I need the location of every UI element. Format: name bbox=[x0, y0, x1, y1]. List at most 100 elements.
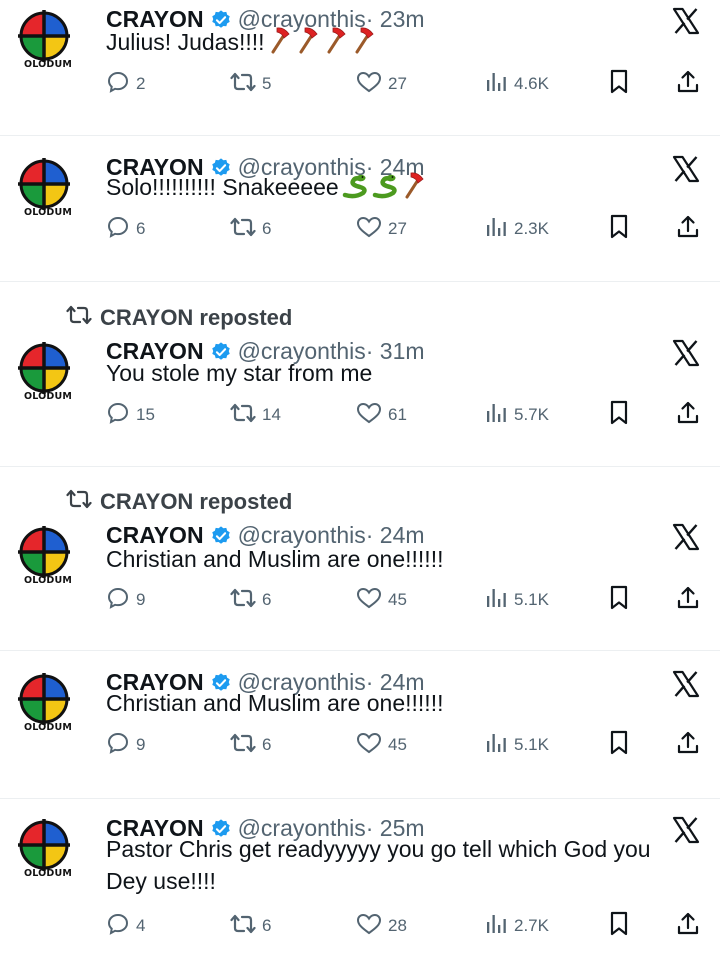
repost-button[interactable]: 6 bbox=[230, 584, 271, 616]
heart-icon bbox=[356, 215, 388, 244]
views-button[interactable]: 5.7K bbox=[484, 399, 549, 431]
repost-button[interactable]: 6 bbox=[230, 910, 271, 942]
tweet-body: Christian and Muslim are one!!!!!! bbox=[106, 690, 444, 716]
views-count: 4.6K bbox=[514, 74, 549, 93]
snake-emoji-icon bbox=[371, 171, 399, 207]
views-button[interactable]: 4.6K bbox=[484, 68, 549, 100]
heart-icon bbox=[356, 731, 388, 760]
tweet-divider bbox=[0, 281, 720, 282]
bookmark-icon bbox=[608, 911, 636, 942]
heart-icon bbox=[356, 401, 388, 430]
heart-icon bbox=[356, 586, 388, 615]
avatar[interactable]: OLODUM bbox=[18, 10, 78, 70]
repost-button[interactable]: 6 bbox=[230, 213, 271, 245]
repost-icon bbox=[230, 586, 262, 615]
bookmark-button[interactable] bbox=[608, 584, 636, 616]
share-button[interactable] bbox=[676, 213, 706, 245]
repost-count: 14 bbox=[262, 405, 281, 424]
tweet-text: Pastor Chris get readyyyyy you go tell w… bbox=[106, 833, 696, 897]
share-button[interactable] bbox=[676, 399, 706, 431]
reply-button[interactable]: 6 bbox=[106, 213, 145, 245]
tweet-body: Christian and Muslim are one!!!!!! bbox=[106, 546, 444, 572]
avatar[interactable]: OLODUM bbox=[18, 819, 78, 879]
reply-count: 4 bbox=[136, 916, 146, 935]
repost-count: 6 bbox=[262, 916, 272, 935]
repost-label: CRAYON reposted bbox=[100, 489, 293, 514]
reply-count: 2 bbox=[136, 74, 146, 93]
repost-button[interactable]: 14 bbox=[230, 399, 281, 431]
views-button[interactable]: 5.1K bbox=[484, 584, 549, 616]
repost-button[interactable]: 5 bbox=[230, 68, 271, 100]
bookmark-button[interactable] bbox=[608, 68, 636, 100]
reply-button[interactable]: 2 bbox=[106, 68, 145, 100]
tweet-text: Julius! Judas!!!! bbox=[106, 26, 696, 62]
like-button[interactable]: 45 bbox=[356, 729, 407, 761]
like-button[interactable]: 27 bbox=[356, 213, 407, 245]
like-button[interactable]: 27 bbox=[356, 68, 407, 100]
snake-emoji-icon bbox=[341, 171, 369, 207]
bookmark-icon bbox=[608, 730, 636, 761]
heart-icon bbox=[356, 70, 388, 99]
like-button[interactable]: 61 bbox=[356, 399, 407, 431]
repost-count: 5 bbox=[262, 74, 272, 93]
tweet-divider bbox=[0, 135, 720, 136]
like-count: 45 bbox=[388, 735, 407, 754]
repost-count: 6 bbox=[262, 590, 272, 609]
tweet-actions: 9 6 45 5.1K bbox=[0, 584, 720, 616]
axe-emoji-icon bbox=[351, 26, 377, 62]
share-button[interactable] bbox=[676, 729, 706, 761]
views-count: 2.7K bbox=[514, 916, 549, 935]
bookmark-button[interactable] bbox=[608, 213, 636, 245]
bookmark-icon bbox=[608, 585, 636, 616]
avatar[interactable]: OLODUM bbox=[18, 673, 78, 733]
tweet-text: You stole my star from me bbox=[106, 357, 696, 389]
tweet-text: Christian and Muslim are one!!!!!! bbox=[106, 543, 696, 575]
views-button[interactable]: 2.3K bbox=[484, 213, 549, 245]
repost-icon bbox=[230, 731, 262, 760]
repost-count: 6 bbox=[262, 219, 272, 238]
views-icon bbox=[484, 731, 514, 760]
reply-icon bbox=[106, 401, 136, 430]
tweet-body: You stole my star from me bbox=[106, 360, 373, 386]
like-button[interactable]: 45 bbox=[356, 584, 407, 616]
tweet-text: Christian and Muslim are one!!!!!! bbox=[106, 687, 696, 719]
axe-emoji-icon bbox=[295, 26, 321, 62]
reply-button[interactable]: 15 bbox=[106, 399, 155, 431]
avatar[interactable]: OLODUM bbox=[18, 342, 78, 402]
bookmark-button[interactable] bbox=[608, 729, 636, 761]
share-icon bbox=[676, 69, 706, 100]
bookmark-button[interactable] bbox=[608, 399, 636, 431]
views-button[interactable]: 2.7K bbox=[484, 910, 549, 942]
reply-button[interactable]: 9 bbox=[106, 584, 145, 616]
reply-count: 6 bbox=[136, 219, 146, 238]
views-button[interactable]: 5.1K bbox=[484, 729, 549, 761]
share-button[interactable] bbox=[676, 910, 706, 942]
tweet-actions: 2 5 27 4.6K bbox=[0, 68, 720, 100]
views-icon bbox=[484, 70, 514, 99]
share-icon bbox=[676, 911, 706, 942]
bookmark-button[interactable] bbox=[608, 910, 636, 942]
repost-icon bbox=[66, 487, 100, 517]
share-icon bbox=[676, 585, 706, 616]
repost-icon bbox=[230, 912, 262, 941]
reply-icon bbox=[106, 215, 136, 244]
reply-button[interactable]: 4 bbox=[106, 910, 145, 942]
avatar[interactable]: OLODUM bbox=[18, 526, 78, 586]
reply-button[interactable]: 9 bbox=[106, 729, 145, 761]
tweet-actions: 4 6 28 2.7K bbox=[0, 910, 720, 942]
repost-icon bbox=[230, 401, 262, 430]
repost-icon bbox=[66, 303, 100, 333]
share-icon bbox=[676, 400, 706, 431]
reply-icon bbox=[106, 70, 136, 99]
like-button[interactable]: 28 bbox=[356, 910, 407, 942]
reply-icon bbox=[106, 912, 136, 941]
views-count: 5.1K bbox=[514, 735, 549, 754]
share-button[interactable] bbox=[676, 584, 706, 616]
views-count: 2.3K bbox=[514, 219, 549, 238]
repost-button[interactable]: 6 bbox=[230, 729, 271, 761]
views-count: 5.7K bbox=[514, 405, 549, 424]
bookmark-icon bbox=[608, 69, 636, 100]
reply-count: 9 bbox=[136, 735, 146, 754]
share-button[interactable] bbox=[676, 68, 706, 100]
avatar[interactable]: OLODUM bbox=[18, 158, 78, 218]
